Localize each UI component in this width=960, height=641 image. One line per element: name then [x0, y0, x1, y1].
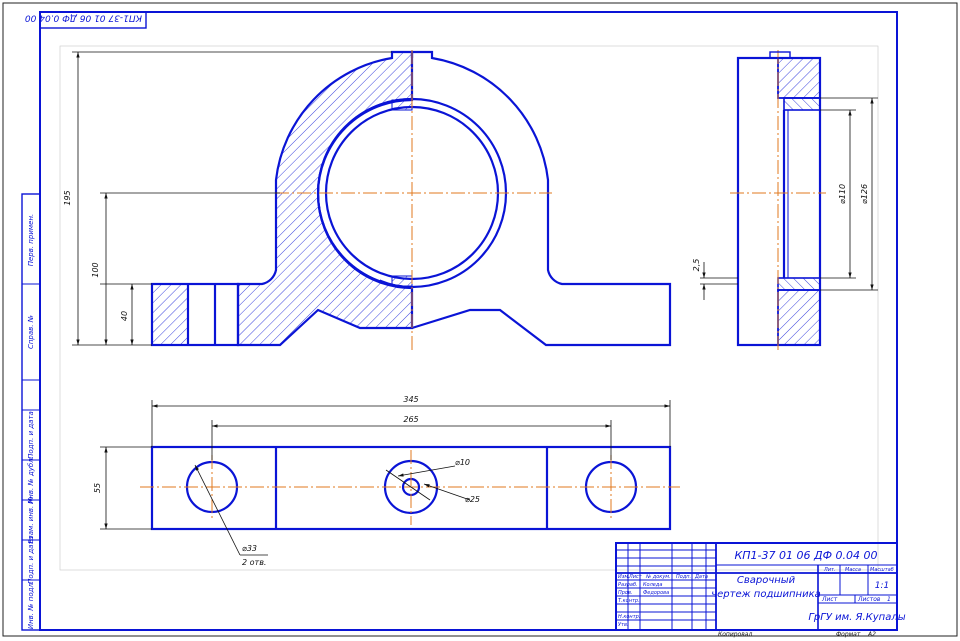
- tb-head-change: Изм.: [618, 574, 630, 580]
- tb-role-developer: Разраб.: [618, 582, 638, 588]
- tb-head-lit: Лит.: [823, 567, 836, 573]
- dim-bore-110: ⌀110: [838, 184, 847, 204]
- tb-title-line1: Сварочный: [737, 575, 796, 586]
- dim-small-hole-10: ⌀10: [455, 458, 470, 467]
- tb-role-tcontrol: Т.контр.: [618, 598, 640, 604]
- tb-head-date: Дата: [694, 574, 708, 580]
- tb-role-ncontrol: Н.контр.: [618, 614, 640, 620]
- tb-sheet-label: Лист: [821, 596, 838, 603]
- left-strip: Перв. примен. Справ. № Подп. и дата Инв.…: [21, 193, 41, 631]
- tb-designation: КП1-37 01 06 ДФ 0.04 00: [734, 549, 877, 562]
- tb-role-checker: Пров.: [618, 590, 633, 596]
- dim-height-195: 195: [63, 190, 72, 205]
- tb-head-scale: Масштаб: [870, 567, 894, 573]
- tb-format-value: А2: [867, 631, 876, 638]
- tb-name-checker: Федорова: [643, 590, 669, 596]
- corner-stamp: КП1-37 01 06 ДФ 0.04 00: [25, 11, 147, 29]
- tb-head-sheet: Лист: [628, 574, 643, 580]
- dim-bolt-hole-33: ⌀33: [242, 544, 257, 553]
- dim-length-345: 345: [403, 395, 418, 404]
- front-section-left: [236, 50, 414, 347]
- tb-organization: ГрГУ им. Я.Купалы: [808, 612, 905, 623]
- tb-copied: Копировал: [718, 631, 752, 638]
- tb-sheets-label: Листов: [857, 596, 881, 603]
- title-block: Изм. Лист № докум. Подп. Дата Разраб. Пр…: [615, 542, 906, 631]
- side-view: ⌀110 ⌀126 2,5: [692, 50, 878, 350]
- tb-format-label: Формат: [836, 631, 861, 638]
- dim-gap-2-5: 2,5: [692, 259, 701, 272]
- bolt-hole-count: 2 отв.: [242, 558, 266, 567]
- tb-name-developer: Коледа: [643, 582, 662, 588]
- tb-role-approved: Утв.: [618, 622, 629, 628]
- dim-outer-126: ⌀126: [860, 184, 869, 204]
- front-view: 195 100 40: [63, 50, 672, 350]
- strip-label-sign-date-1: Подп. и дата: [27, 411, 35, 459]
- dim-axis-100: 100: [91, 262, 100, 277]
- corner-stamp-text: КП1-37 01 06 ДФ 0.04 00: [25, 13, 142, 23]
- dim-base-40: 40: [120, 311, 129, 321]
- tb-scale-value: 1:1: [875, 581, 889, 591]
- tb-head-docno: № докум.: [645, 574, 671, 580]
- strip-label-orig-inv: Инв. № подл.: [27, 581, 35, 629]
- front-outline-right: [410, 50, 672, 347]
- tb-head-sign: Подп.: [676, 574, 691, 580]
- dim-width-55: 55: [93, 483, 102, 493]
- top-view: 345 265 55 ⌀10 ⌀25 ⌀33 2 отв.: [93, 395, 680, 567]
- drawing-sheet: КП1-37 01 06 ДФ 0.04 00 Перв. примен. Сп…: [2, 2, 958, 638]
- dim-center-hole-25: ⌀25: [465, 495, 480, 504]
- tb-title-line2: чертеж подшипника: [711, 589, 821, 600]
- dim-spacing-265: 265: [403, 415, 418, 424]
- strip-label-sign-date-2: Подп. и дата: [27, 536, 35, 584]
- strip-label-ref-no: Справ. №: [27, 315, 35, 349]
- strip-label-first-use: Перв. примен.: [27, 214, 35, 267]
- tb-sheets-total: 1: [887, 596, 891, 603]
- tb-head-mass: Масса: [845, 567, 861, 573]
